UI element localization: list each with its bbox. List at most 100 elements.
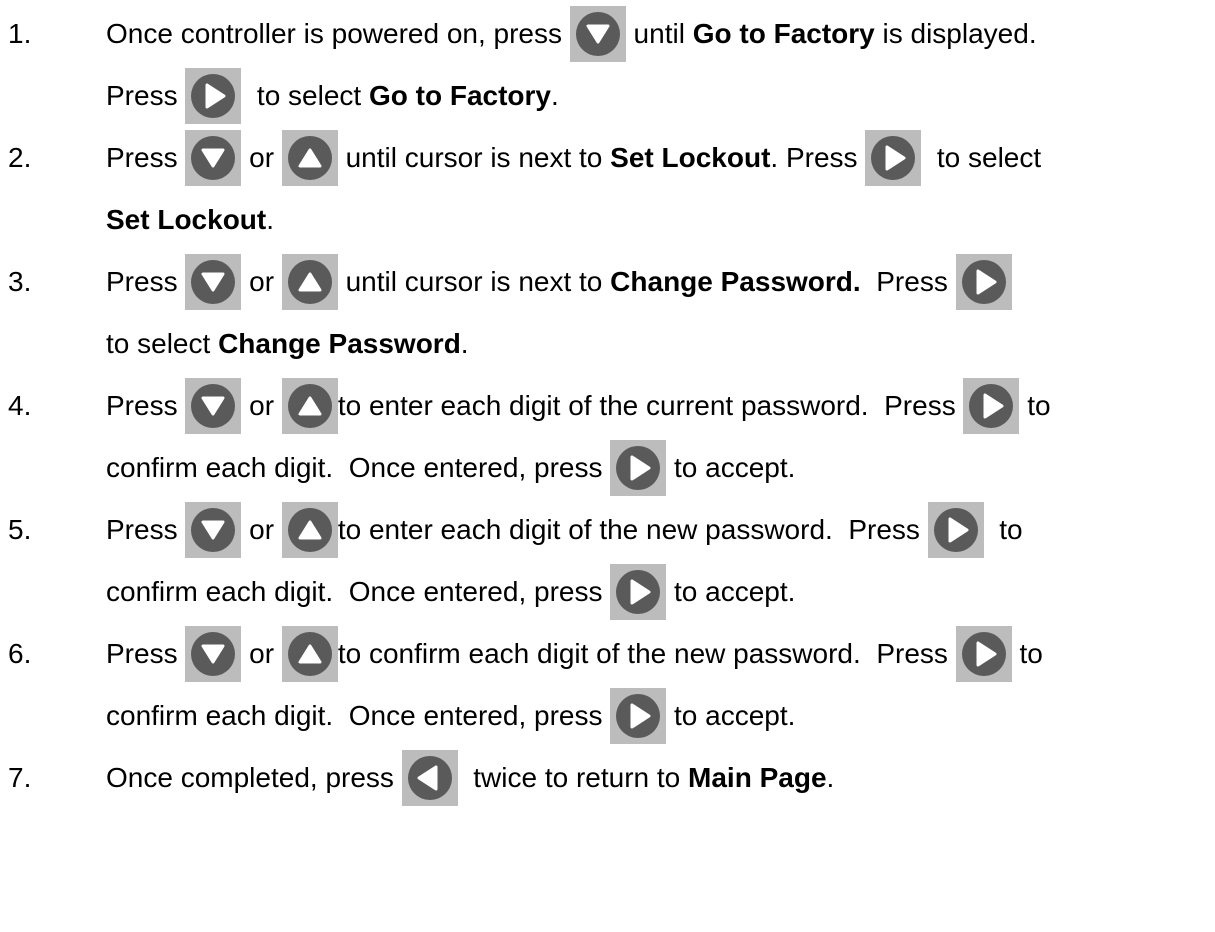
instruction-text: until cursor is next to — [337, 142, 611, 173]
instruction-text: or — [241, 142, 282, 173]
step-number: 4. — [8, 390, 32, 421]
up-arrow-icon — [287, 508, 332, 552]
instruction-text: confirm each digit. Once entered, press — [106, 576, 611, 607]
instruction-text: confirm each digit. Once entered, press — [106, 452, 611, 483]
right-arrow-button[interactable] — [865, 130, 922, 186]
instruction-text: Press — [106, 80, 186, 111]
down-arrow-button[interactable] — [185, 254, 242, 310]
instruction-text: to select — [106, 328, 219, 359]
right-arrow-button[interactable] — [610, 440, 667, 496]
instruction-text: to accept. — [666, 452, 796, 483]
right-arrow-icon — [616, 694, 661, 738]
instruction-text: to enter each digit of the current passw… — [337, 390, 964, 421]
step-number: 5. — [8, 514, 32, 545]
instruction-text: . Press — [770, 142, 866, 173]
instruction-text: Press — [106, 514, 186, 545]
step-line: confirm each digit. Once entered, press … — [106, 685, 795, 747]
right-arrow-button[interactable] — [927, 502, 984, 558]
right-arrow-icon — [961, 260, 1006, 304]
instruction-text: or — [241, 638, 282, 669]
instruction-text: Press — [106, 142, 186, 173]
instruction-text: to — [1011, 638, 1043, 669]
up-arrow-icon — [287, 136, 332, 180]
instruction-document: 1. Once controller is powered on, press … — [0, 0, 1215, 932]
step-line: Press or to enter each digit of the curr… — [106, 375, 1051, 437]
emphasized-text: Go to Factory — [692, 18, 875, 49]
instruction-text: to select — [921, 142, 1042, 173]
up-arrow-button[interactable] — [281, 130, 338, 186]
right-arrow-button[interactable] — [955, 254, 1012, 310]
step-line: Once controller is powered on, press unt… — [106, 3, 1037, 65]
step-number: 1. — [8, 18, 32, 49]
emphasized-text: Change Password — [218, 328, 461, 359]
instruction-text: Press — [860, 266, 956, 297]
down-arrow-icon — [191, 136, 236, 180]
step-line: Press or to enter each digit of the new … — [106, 499, 1023, 561]
down-arrow-button[interactable] — [185, 130, 242, 186]
right-arrow-icon — [616, 570, 661, 614]
step-line: confirm each digit. Once entered, press … — [106, 437, 795, 499]
instruction-text: to — [1019, 390, 1051, 421]
down-arrow-icon — [191, 508, 236, 552]
up-arrow-button[interactable] — [281, 254, 338, 310]
instruction-text: Once controller is powered on, press — [106, 18, 570, 49]
instruction-text: until — [625, 18, 693, 49]
down-arrow-icon — [575, 12, 620, 56]
emphasized-text: Change Password. — [610, 266, 861, 297]
right-arrow-icon — [871, 136, 916, 180]
right-arrow-icon — [191, 74, 236, 118]
instruction-text: Press — [106, 390, 186, 421]
step-line: Press or until cursor is next to Set Loc… — [106, 127, 1041, 189]
up-arrow-icon — [287, 632, 332, 676]
right-arrow-icon — [969, 384, 1014, 428]
instruction-text: Press — [106, 266, 186, 297]
emphasized-text: Set Lockout — [106, 204, 267, 235]
up-arrow-button[interactable] — [281, 626, 338, 682]
right-arrow-button[interactable] — [610, 564, 667, 620]
instruction-text: Once completed, press — [106, 762, 402, 793]
instruction-text: or — [241, 390, 282, 421]
down-arrow-button[interactable] — [569, 6, 626, 62]
instruction-text: . — [266, 204, 275, 235]
right-arrow-button[interactable] — [185, 68, 242, 124]
instruction-text: to confirm each digit of the new passwor… — [337, 638, 956, 669]
up-arrow-button[interactable] — [281, 378, 338, 434]
right-arrow-icon — [616, 446, 661, 490]
step-line: Press or to confirm each digit of the ne… — [106, 623, 1043, 685]
down-arrow-button[interactable] — [185, 626, 242, 682]
emphasized-text: Main Page — [688, 762, 827, 793]
right-arrow-icon — [961, 632, 1006, 676]
up-arrow-icon — [287, 260, 332, 304]
down-arrow-icon — [191, 260, 236, 304]
emphasized-text: Set Lockout — [610, 142, 771, 173]
instruction-text: . — [551, 80, 559, 111]
instruction-text: is displayed. — [874, 18, 1037, 49]
right-arrow-icon — [933, 508, 978, 552]
step-line: to select Change Password. — [106, 313, 469, 375]
instruction-text: Press — [106, 638, 186, 669]
left-arrow-button[interactable] — [401, 750, 458, 806]
instruction-text: to enter each digit of the new password.… — [337, 514, 928, 545]
right-arrow-button[interactable] — [963, 378, 1020, 434]
right-arrow-button[interactable] — [955, 626, 1012, 682]
step-line: Set Lockout. — [106, 189, 274, 251]
up-arrow-button[interactable] — [281, 502, 338, 558]
step-line: Press or until cursor is next to Change … — [106, 251, 1012, 313]
instruction-text: until cursor is next to — [337, 266, 611, 297]
instruction-text: to accept. — [666, 700, 796, 731]
down-arrow-button[interactable] — [185, 378, 242, 434]
emphasized-text: Go to Factory — [368, 80, 551, 111]
step-line: Once completed, press twice to return to… — [106, 747, 834, 809]
instruction-text: twice to return to — [457, 762, 689, 793]
down-arrow-icon — [191, 384, 236, 428]
step-line: Press to select Go to Factory. — [106, 65, 559, 127]
instruction-text: to select — [241, 80, 369, 111]
instruction-text: or — [241, 266, 282, 297]
down-arrow-button[interactable] — [185, 502, 242, 558]
right-arrow-button[interactable] — [610, 688, 667, 744]
step-number: 6. — [8, 638, 32, 669]
step-number: 3. — [8, 266, 32, 297]
instruction-text: to — [983, 514, 1023, 545]
instruction-text: to accept. — [666, 576, 796, 607]
down-arrow-icon — [191, 632, 236, 676]
